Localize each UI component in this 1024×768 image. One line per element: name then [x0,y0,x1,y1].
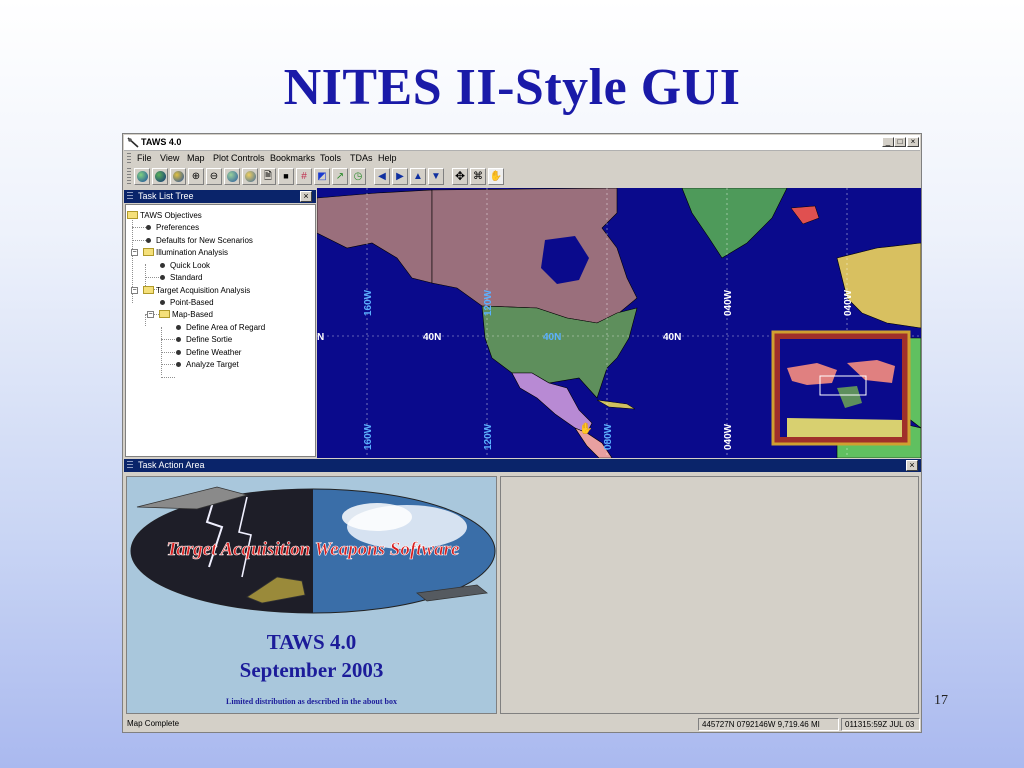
line-icon[interactable]: ↗ [332,168,348,185]
recenter-icon[interactable]: ✥ [452,168,468,185]
task-action-right-pane [500,476,919,714]
arrow-down-icon[interactable]: ▼ [428,168,444,185]
map-lon-label: 160W [363,423,374,450]
collapse-icon[interactable]: − [147,311,154,318]
splash-date: September 2003 [239,658,384,682]
document-icon[interactable]: 🗎 [260,168,276,185]
map-view[interactable]: N 40N 40N 40N 160W 120W 040W 040W 160W 1… [317,188,921,458]
clock-icon[interactable]: ◷ [350,168,366,185]
grid-icon[interactable]: # [296,168,312,185]
menu-view[interactable]: View [160,153,179,163]
toolbar-grip [127,168,131,186]
minimize-button[interactable]: _ [882,137,894,147]
task-action-header: Task Action Area × [124,459,921,472]
bullet-icon [160,300,165,305]
status-time: 011315:59Z JUL 03 [841,718,920,731]
bullet-icon [160,275,165,280]
bullet-icon [160,263,165,268]
panel-grip [127,192,133,201]
map-lon-label: 040W [723,423,734,450]
bullet-icon [176,350,181,355]
hand-icon[interactable]: ✋ [488,168,504,185]
map-lon-label: 120W [483,423,494,450]
taws-window: TAWS 4.0 _ □ × File View Map Plot Contro… [122,133,922,733]
task-action-close-button[interactable]: × [906,460,918,471]
bullet-icon [176,337,181,342]
status-coordinates: 445727N 0792146W 9,719.46 MI [698,718,839,731]
map-lon-label: 120W [483,289,494,316]
task-list-title: Task List Tree [138,191,194,201]
splash-panel: Target Acquisition Weapons Software TAWS… [126,476,497,714]
menu-file[interactable]: File [137,153,152,163]
task-list-close-button[interactable]: × [300,191,312,202]
task-list-header: Task List Tree × [124,190,316,203]
task-list-tree: TAWS Objectives Preferences Defaults for… [125,204,316,457]
folder-icon [159,310,170,318]
window-title: TAWS 4.0 [141,137,182,147]
flag-icon[interactable]: ◩ [314,168,330,185]
map-lat-label: 40N [663,332,681,343]
menu-plot-controls[interactable]: Plot Controls [213,153,265,163]
menu-map[interactable]: Map [187,153,205,163]
bullet-icon [176,325,181,330]
camera-icon[interactable]: ■ [278,168,294,185]
logo-text: Target Acquisition Weapons Software [167,539,461,560]
bullet-icon [176,362,181,367]
zoom-out-icon[interactable]: ⊖ [206,168,222,185]
status-bar: Map Complete 445727N 0792146W 9,719.46 M… [124,717,921,732]
bullet-icon [146,225,151,230]
collapse-icon[interactable]: − [131,287,138,294]
folder-icon [127,211,138,219]
menu-tools[interactable]: Tools [320,153,341,163]
status-message: Map Complete [127,719,180,728]
window-titlebar[interactable]: TAWS 4.0 _ □ × [124,135,920,151]
map-lat-label: 40N [543,332,561,343]
collapse-icon[interactable]: − [131,249,138,256]
maximize-button[interactable]: □ [894,137,906,147]
pan-icon[interactable]: ⌘ [470,168,486,185]
close-button[interactable]: × [907,137,919,147]
menu-bar: File View Map Plot Controls Bookmarks To… [124,152,920,164]
map-canvas[interactable]: N 40N 40N 40N 160W 120W 040W 040W 160W 1… [317,188,921,458]
arrow-left-icon[interactable]: ◀ [374,168,390,185]
arrow-right-icon[interactable]: ▶ [392,168,408,185]
menu-grip [127,153,131,163]
folder-icon [143,286,154,294]
taws-logo: Target Acquisition Weapons Software [127,477,496,627]
map-lon-label: 040W [843,289,854,316]
overview-inset[interactable] [771,330,911,446]
hand-cursor-icon: ✋ [579,422,593,435]
toolbar: ⊕ ⊖ 🗎 ■ # ◩ ↗ ◷ ◀ ▶ ▲ ▼ ✥ ⌘ ✋ [124,166,920,188]
menu-help[interactable]: Help [378,153,397,163]
map-lat-label: 40N [423,332,441,343]
slide-title: NITES II-Style GUI [283,59,741,116]
map-lon-label: 040W [723,289,734,316]
arrow-up-icon[interactable]: ▲ [410,168,426,185]
map-lon-label: 080W [603,423,614,450]
globe-icon[interactable] [224,168,240,185]
slide-number: 17 [934,693,948,708]
splash-note: Limited distribution as described in the… [226,697,397,706]
task-action-area: Target Acquisition Weapons Software TAWS… [124,473,921,716]
globe-icon[interactable] [170,168,186,185]
panel-grip [127,461,133,470]
bullet-icon [146,238,151,243]
globe-icon[interactable] [242,168,258,185]
task-action-title: Task Action Area [138,460,205,470]
app-icon [127,137,139,148]
folder-icon [143,248,154,256]
zoom-in-icon[interactable]: ⊕ [188,168,204,185]
menu-bookmarks[interactable]: Bookmarks [270,153,315,163]
globe-icon[interactable] [134,168,150,185]
map-lat-label: N [317,332,324,343]
menu-tdas[interactable]: TDAs [350,153,373,163]
map-lon-label: 160W [363,289,374,316]
splash-version: TAWS 4.0 [266,630,357,654]
globe-icon[interactable] [152,168,168,185]
